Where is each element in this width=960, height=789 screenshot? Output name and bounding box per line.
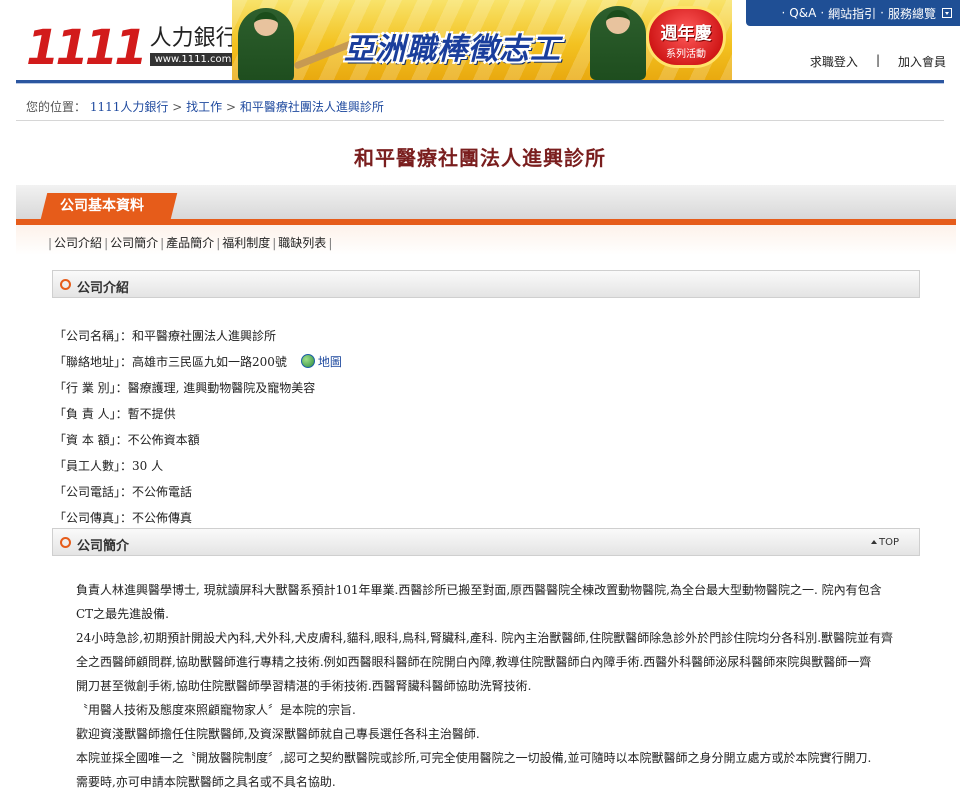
info-row-capital: 「資 本 額」： 不公佈資本額 xyxy=(54,432,200,447)
breadcrumb-home[interactable]: 1111人力銀行 xyxy=(90,100,169,114)
summary-line: 〝用醫人技術及態度來照顧寵物家人〞是本院的宗旨. xyxy=(76,703,356,717)
section-bar: 公司基本資料 xyxy=(16,185,956,219)
join-member-link[interactable]: 加入會員 xyxy=(898,53,946,70)
logo-number: 1111 xyxy=(26,20,148,76)
back-to-top-link[interactable]: TOP xyxy=(870,537,899,548)
info-row-name: 「公司名稱」： 和平醫療社團法人進興診所 xyxy=(54,328,277,343)
breadcrumb-prefix: 您的位置： xyxy=(26,100,87,114)
map-link[interactable]: 地圖 xyxy=(300,353,342,370)
subnav-job-list[interactable]: 職缺列表 xyxy=(278,234,326,251)
info-row-phone: 「公司電話」： 不公佈電話 xyxy=(54,484,193,499)
job-seeker-login-link[interactable]: 求職登入 xyxy=(810,53,858,70)
breadcrumb-sep: > xyxy=(172,100,183,114)
player-image xyxy=(238,8,294,80)
player-image xyxy=(590,6,646,80)
anniversary-badge: 週年慶 系列活動 xyxy=(646,6,726,68)
intro-box-title: 公司介紹 xyxy=(77,281,130,296)
info-row-fax: 「公司傳真」： 不公佈傳真 xyxy=(54,510,193,525)
summary-line: 本院並採全國唯一之〝開放醫院制度〞,認可之契約獸醫院或診所,可完全使用醫院之一切… xyxy=(76,751,872,765)
section-tab-label: 公司基本資料 xyxy=(60,198,144,214)
promo-banner[interactable]: 亞洲職棒徵志工 週年慶 系列活動 xyxy=(232,0,732,80)
summary-line: 開刀甚至微創手術,協助住院獸醫師學習精湛的手術技術.西醫腎臟科醫師協助洗腎技術. xyxy=(76,679,532,693)
summary-line: 歡迎資淺獸醫師擔任住院獸醫師,及資深獸醫師就自己專長選任各科主治醫師. xyxy=(76,727,480,741)
summary-box-header: 公司簡介 TOP xyxy=(52,528,920,556)
intro-box-header: 公司介紹 xyxy=(52,270,920,298)
summary-line: 需要時,亦可申請本院獸醫師之具名或不具名協助. xyxy=(76,775,336,789)
company-summary-text: 負責人林進興醫學博士, 現就讀屏科大獸醫系預計101年畢業.西醫診所已搬至對面,… xyxy=(76,578,944,789)
member-links: 求職登入 | 加入會員 xyxy=(810,53,946,70)
breadcrumb-current[interactable]: 和平醫療社團法人進興診所 xyxy=(240,100,384,114)
subnav-products[interactable]: 產品簡介 xyxy=(166,234,214,251)
circle-bullet-icon xyxy=(60,537,71,548)
summary-line: 負責人林進興醫學博士, 現就讀屏科大獸醫系預計101年畢業.西醫診所已搬至對面,… xyxy=(76,583,882,597)
subnav-company-intro[interactable]: 公司介紹 xyxy=(54,234,102,251)
banner-headline: 亞洲職棒徵志工 xyxy=(344,32,561,67)
info-row-industry: 「行 業 別」： 醫療護理, 進興動物醫院及寵物美容 xyxy=(54,380,316,395)
divider xyxy=(16,120,944,121)
site-header: 1111 人力銀行 www.1111.com.tw 亞洲職棒徵志工 週年慶 系列… xyxy=(0,0,960,80)
breadcrumb-find-job[interactable]: 找工作 xyxy=(186,100,222,114)
info-row-employees: 「員工人數」： 30 人 xyxy=(54,458,164,473)
header-divider xyxy=(16,80,944,84)
breadcrumb-sep: > xyxy=(225,100,237,114)
topnav-qa[interactable]: Q&A xyxy=(789,6,816,20)
info-row-address: 「聯絡地址」： 高雄市三民區九如一路200號 地圖 xyxy=(54,353,342,370)
top-nav: ‧ Q&A ‧ 網站指引 ‧ 服務總覽 xyxy=(746,0,960,26)
page-title: 和平醫療社團法人進興診所 xyxy=(354,146,606,170)
map-globe-icon xyxy=(300,354,315,368)
breadcrumb: 您的位置： 1111人力銀行 > 找工作 > 和平醫療社團法人進興診所 xyxy=(26,98,384,115)
summary-box-title: 公司簡介 xyxy=(77,539,130,554)
up-arrow-icon xyxy=(870,540,877,544)
topnav-services[interactable]: 服務總覽 xyxy=(888,5,936,22)
summary-line: 全之西醫師顧問群,協助獸醫師進行專精之技術.例如西醫眼科醫師在院開白內障,教導住… xyxy=(76,655,872,669)
dropdown-icon[interactable] xyxy=(942,8,952,18)
info-row-owner: 「負 責 人」： 暫不提供 xyxy=(54,406,176,421)
subnav-company-summary[interactable]: 公司簡介 xyxy=(110,234,158,251)
member-divider: | xyxy=(875,53,880,67)
circle-bullet-icon xyxy=(60,279,71,290)
summary-line: 24小時急診,初期預計開設犬內科,犬外科,犬皮膚科,貓科,眼科,鳥科,腎臟科,產… xyxy=(76,631,894,645)
topnav-site-guide[interactable]: 網站指引 xyxy=(828,5,876,22)
site-logo[interactable]: 1111 人力銀行 www.1111.com.tw xyxy=(26,14,252,72)
summary-line: CT之最先進設備. xyxy=(76,607,170,621)
company-subnav: | 公司介紹 | 公司簡介 | 產品簡介 | 福利制度 | 職缺列表 | xyxy=(48,234,333,251)
subnav-benefits[interactable]: 福利制度 xyxy=(222,234,270,251)
company-info-list: 「公司名稱」： 和平醫療社團法人進興診所 「聯絡地址」： 高雄市三民區九如一路2… xyxy=(54,322,342,530)
